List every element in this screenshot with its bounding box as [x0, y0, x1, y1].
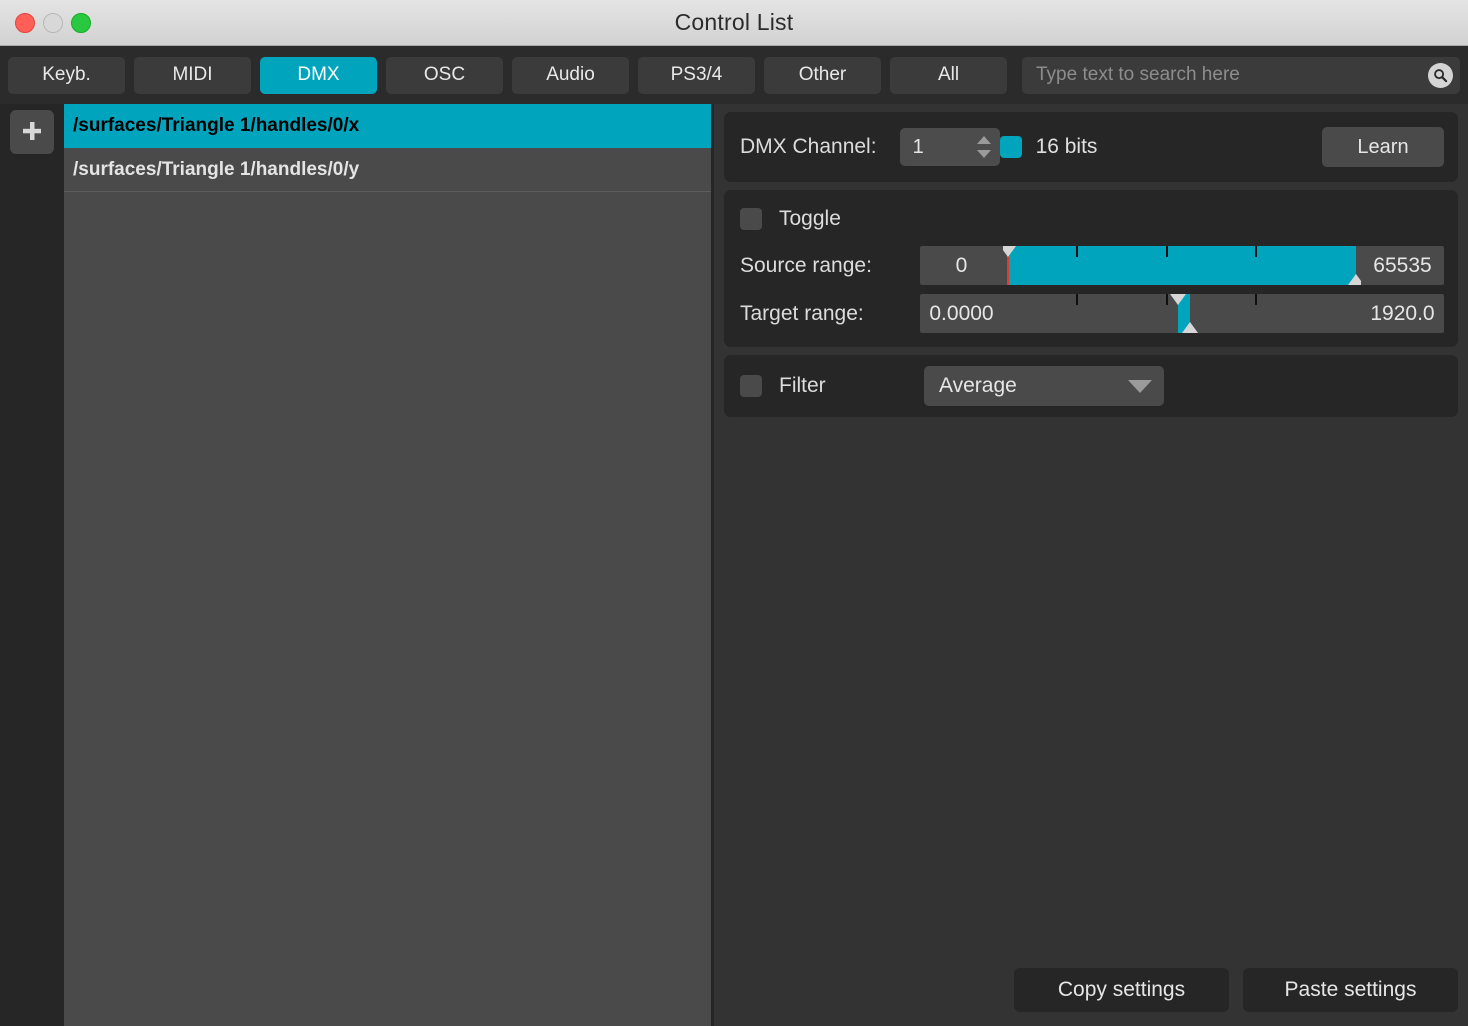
- search-field[interactable]: [1022, 56, 1460, 94]
- filter-selected-value: Average: [939, 374, 1017, 397]
- close-window-button[interactable]: [15, 13, 35, 33]
- tab-midi[interactable]: MIDI: [134, 56, 251, 94]
- toggle-label: Toggle: [779, 207, 841, 230]
- list-item[interactable]: /surfaces/Triangle 1/handles/0/x: [64, 104, 711, 148]
- add-control-button[interactable]: [10, 110, 54, 154]
- tab-ps34[interactable]: PS3/4: [638, 56, 755, 94]
- paste-settings-button[interactable]: Paste settings: [1243, 968, 1458, 1012]
- copy-settings-button[interactable]: Copy settings: [1014, 968, 1229, 1012]
- source-range-track[interactable]: [1003, 246, 1361, 285]
- stepper-arrows: [976, 128, 991, 166]
- panel-actions: Copy settings Paste settings: [1014, 968, 1458, 1012]
- source-range-min[interactable]: 0: [920, 246, 1003, 285]
- target-range-slider[interactable]: 0.0000 1920.0: [920, 294, 1444, 333]
- sixteen-bits-checkbox[interactable]: [999, 136, 1022, 158]
- dmx-channel-stepper[interactable]: 1: [899, 128, 1000, 166]
- target-range-max[interactable]: 1920.0: [1361, 294, 1444, 333]
- filter-checkbox[interactable]: [740, 375, 762, 397]
- tab-audio[interactable]: Audio: [512, 56, 629, 94]
- source-range-tick: [1165, 246, 1168, 257]
- tab-all[interactable]: All: [890, 56, 1007, 94]
- control-list[interactable]: /surfaces/Triangle 1/handles/0/x /surfac…: [64, 104, 714, 1026]
- filter-tab-bar: Keyb. MIDI DMX OSC Audio PS3/4 Other All: [0, 46, 1468, 104]
- tab-osc[interactable]: OSC: [386, 56, 503, 94]
- target-range-tick: [1255, 294, 1258, 305]
- target-range-min-handle[interactable]: [1170, 294, 1187, 305]
- filter-label: Filter: [779, 374, 826, 397]
- plus-icon: [20, 119, 44, 146]
- tab-dmx[interactable]: DMX: [260, 56, 377, 94]
- dmx-channel-label: DMX Channel:: [740, 135, 877, 158]
- source-range-tick: [1076, 246, 1079, 257]
- source-range-min-handle[interactable]: [1003, 246, 1017, 257]
- target-range-tick: [1165, 294, 1168, 305]
- toggle-row: Toggle: [740, 202, 1444, 236]
- sixteen-bits-label: 16 bits: [1035, 135, 1098, 158]
- dmx-channel-section: DMX Channel: 1 16 bits Learn: [724, 112, 1458, 182]
- main-area: /surfaces/Triangle 1/handles/0/x /surfac…: [0, 104, 1468, 1026]
- filter-section: Filter Average: [724, 355, 1458, 417]
- window-controls: [15, 0, 91, 46]
- target-range-min[interactable]: 0.0000: [920, 294, 1003, 333]
- target-range-max-handle[interactable]: [1181, 322, 1198, 333]
- toggle-checkbox[interactable]: [740, 208, 762, 230]
- left-rail: [0, 104, 64, 1026]
- tab-other[interactable]: Other: [764, 56, 881, 94]
- target-range-row: Target range: 0.0000 1920.0: [740, 294, 1444, 333]
- source-range-row: Source range: 0 65535: [740, 246, 1444, 285]
- window-title: Control List: [674, 9, 794, 35]
- range-section: Toggle Source range: 0 65535 Target rang…: [724, 190, 1458, 347]
- settings-panel: DMX Channel: 1 16 bits Learn Toggle Sour…: [714, 104, 1468, 1026]
- filter-dropdown[interactable]: Average: [924, 366, 1164, 406]
- source-range-tick: [1255, 246, 1258, 257]
- title-bar: Control List: [0, 0, 1468, 46]
- target-range-tick: [1076, 294, 1079, 305]
- search-input[interactable]: [1036, 64, 1428, 86]
- source-range-max[interactable]: 65535: [1361, 246, 1444, 285]
- learn-button[interactable]: Learn: [1322, 127, 1444, 167]
- dmx-channel-value: 1: [912, 135, 924, 158]
- chevron-down-icon: [1128, 379, 1152, 393]
- stepper-up-icon[interactable]: [976, 136, 991, 144]
- maximize-window-button[interactable]: [71, 13, 91, 33]
- source-range-label: Source range:: [740, 253, 872, 277]
- list-item[interactable]: /surfaces/Triangle 1/handles/0/y: [64, 148, 711, 192]
- source-range-fill: [1008, 246, 1356, 285]
- target-range-label: Target range:: [740, 301, 864, 325]
- minimize-window-button[interactable]: [43, 13, 63, 33]
- source-range-slider[interactable]: 0 65535: [920, 246, 1444, 285]
- source-range-max-handle[interactable]: [1347, 274, 1361, 285]
- tab-keyb[interactable]: Keyb.: [8, 56, 125, 94]
- target-range-track[interactable]: [1003, 294, 1361, 333]
- stepper-down-icon[interactable]: [976, 150, 991, 158]
- search-icon[interactable]: [1428, 62, 1453, 88]
